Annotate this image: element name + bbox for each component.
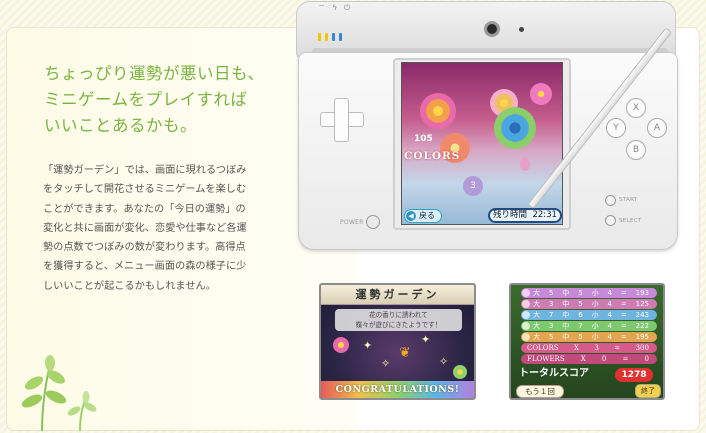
score-row: 大 7 中 6 小 4 = 243 [521, 310, 657, 320]
start-button[interactable] [605, 195, 616, 206]
flower-icon[interactable] [420, 93, 456, 129]
message-line: 花の香りに誘われて [369, 311, 428, 319]
bud-count-bubble[interactable]: 3 [463, 176, 483, 196]
flower-icon [522, 289, 530, 297]
score-row: 大 3 中 7 小 4 = 222 [521, 321, 657, 331]
score-row: 大 3 中 5 小 4 = 125 [521, 299, 657, 309]
sparkle-icon: ✦ [363, 339, 373, 352]
end-button[interactable]: 終了 [635, 384, 661, 398]
colors-row: COLORS X 3 = 300 [521, 343, 657, 353]
select-button[interactable] [605, 215, 616, 226]
status-leds [318, 26, 346, 45]
sparkle-icon: ✧ [439, 355, 449, 368]
power-label: POWER [340, 219, 364, 226]
flower-icon [522, 322, 530, 330]
screenshot-total-score: 大 5 中 5 小 4 = 193 大 3 中 5 小 4 = 125 大 7 中 6 小 4 = 243 大 3 中 7 小 4 =… [509, 283, 665, 400]
b-button[interactable]: B [626, 140, 646, 160]
timer-label: 残り時間 [493, 210, 528, 220]
time-remaining: 残り時間 22:31 [488, 208, 562, 223]
flowers-row: FLOWERS X 0 = 0 [521, 354, 657, 364]
dpad[interactable] [320, 98, 364, 142]
screen-score: 105 [414, 134, 433, 144]
back-label: 戻る [419, 211, 435, 220]
flower-icon [522, 311, 530, 319]
flower-icon [453, 365, 467, 379]
score-row: 大 5 中 5 小 4 = 195 [521, 332, 657, 342]
description-line: しいいことが起こるかもしれません。 [43, 280, 216, 292]
back-arrow-icon: ◀ [406, 211, 416, 221]
screen-colors-label: COLORS [404, 150, 461, 162]
flower-icon[interactable] [494, 107, 536, 149]
message-line: 蝶々が遊びにきたようです！ [355, 321, 442, 329]
retry-button[interactable]: もう１回 [516, 385, 564, 398]
back-button[interactable]: ◀ 戻る [404, 209, 442, 223]
a-button[interactable]: A [647, 118, 667, 138]
timer-value: 22:31 [532, 210, 557, 220]
camera-icon [484, 21, 500, 37]
sparkle-icon: ✦ [421, 333, 431, 346]
flower-icon [522, 300, 530, 308]
score-row: 大 5 中 5 小 4 = 193 [521, 288, 657, 298]
bud-icon[interactable] [520, 157, 530, 171]
start-label: START [619, 197, 638, 203]
butterfly-icon: ❦ [399, 345, 411, 361]
power-button[interactable] [366, 215, 380, 229]
shot1-message: 花の香りに誘われて 蝶々が遊びにきたようです！ [335, 309, 462, 331]
flower-icon[interactable] [530, 83, 552, 105]
y-button[interactable]: Y [606, 118, 626, 138]
description-line: を獲得すると、メニュー画面の森の様子に少 [43, 261, 247, 273]
description-line: 勢の点数でつぼみの数が変わります。高得点 [43, 242, 246, 254]
congratulations-banner: CONGRATULATIONS! [321, 381, 474, 398]
screenshot-congratulations: 運勢ガーデン 花の香りに誘われて 蝶々が遊びにきたようです！ ✦ ✦ ✧ ✧ ❦… [319, 283, 476, 400]
sparkle-icon: ✧ [381, 357, 391, 370]
flower-icon [333, 337, 349, 353]
total-score-value: 1278 [615, 368, 653, 382]
leaf-decoration-icon [21, 355, 97, 431]
status-icons: ⌔ ϟ ⏻ [318, 3, 353, 12]
flower-icon [522, 333, 530, 341]
select-label: SELECT [619, 218, 642, 224]
shot1-title: 運勢ガーデン [321, 285, 474, 305]
camera-light-icon [519, 27, 524, 32]
x-button[interactable]: X [626, 98, 646, 118]
